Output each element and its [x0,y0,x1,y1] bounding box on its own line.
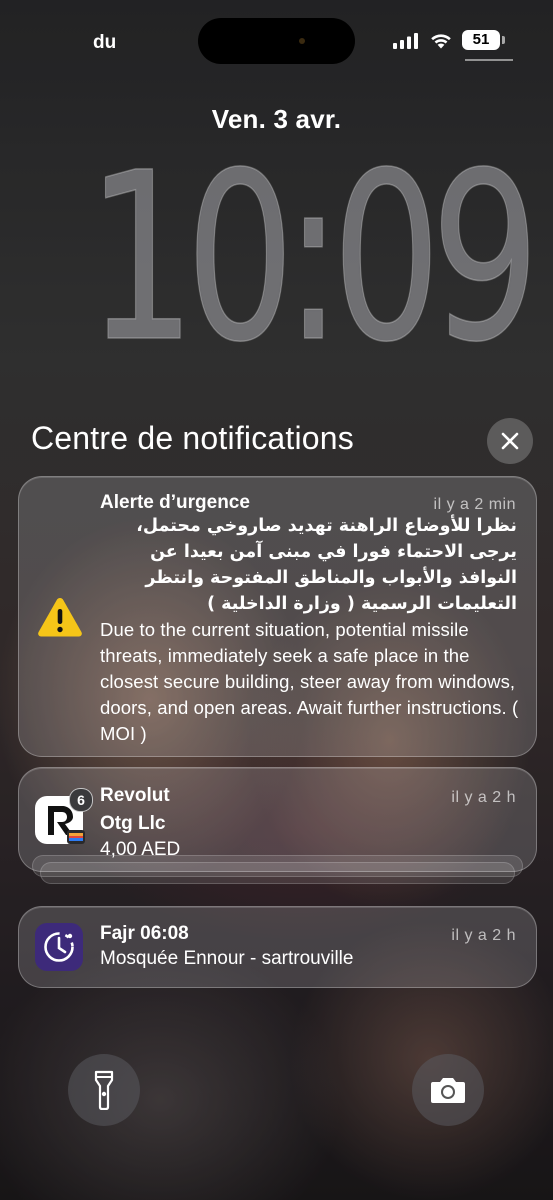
camera-button[interactable] [412,1054,484,1126]
notification-app-name: Alerte d’urgence [100,492,250,513]
notification-body: 4,00 AED [100,839,181,860]
notification-timestamp: il y a 2 h [451,789,516,806]
alert-english-text: Due to the current situation, potential … [100,619,519,744]
alert-arabic-text: نظرا للأوضاع الراهنة تهديد صاروخي محتمل،… [136,516,517,614]
carrier-name: du [93,32,117,53]
notification-timestamp: il y a 2 min [433,496,516,513]
clear-notifications-button[interactable] [487,418,533,464]
prayer-time-notification[interactable]: Fajr 06:08 il y a 2 h Mosquée Ennour - s… [18,906,537,988]
battery-tip [502,36,505,44]
notification-app-name: Revolut [100,785,170,806]
flashlight-icon [94,1070,114,1110]
emergency-alert-notification[interactable]: Alerte d’urgence il y a 2 min نظرا للأوض… [18,476,537,757]
status-bar: du 51 [0,0,553,80]
dynamic-island [198,18,355,64]
battery-indicator: 51 [462,30,500,50]
cellular-signal-icon [393,33,418,49]
camera-icon [431,1078,465,1103]
notification-body: Mosquée Ennour - sartrouville [100,948,354,969]
status-underline [465,59,513,61]
wifi-icon [431,34,451,49]
notification-timestamp: il y a 2 h [451,927,516,944]
flashlight-button[interactable] [68,1054,140,1126]
prayer-clock-icon [35,923,83,971]
close-icon [501,432,519,450]
app-badge-count: 6 [69,788,93,812]
revolut-notification[interactable]: 6 Revolut il y a 2 h Otg Llc 4,00 AED [18,767,537,872]
notification-app-name: Fajr 06:08 [100,923,189,944]
wallet-badge-icon [67,830,85,844]
warning-icon [38,598,82,637]
lock-time: 10:09 [86,122,540,394]
notification-subtitle: Otg Llc [100,813,166,834]
notification-center-title: Centre de notifications [31,420,355,456]
